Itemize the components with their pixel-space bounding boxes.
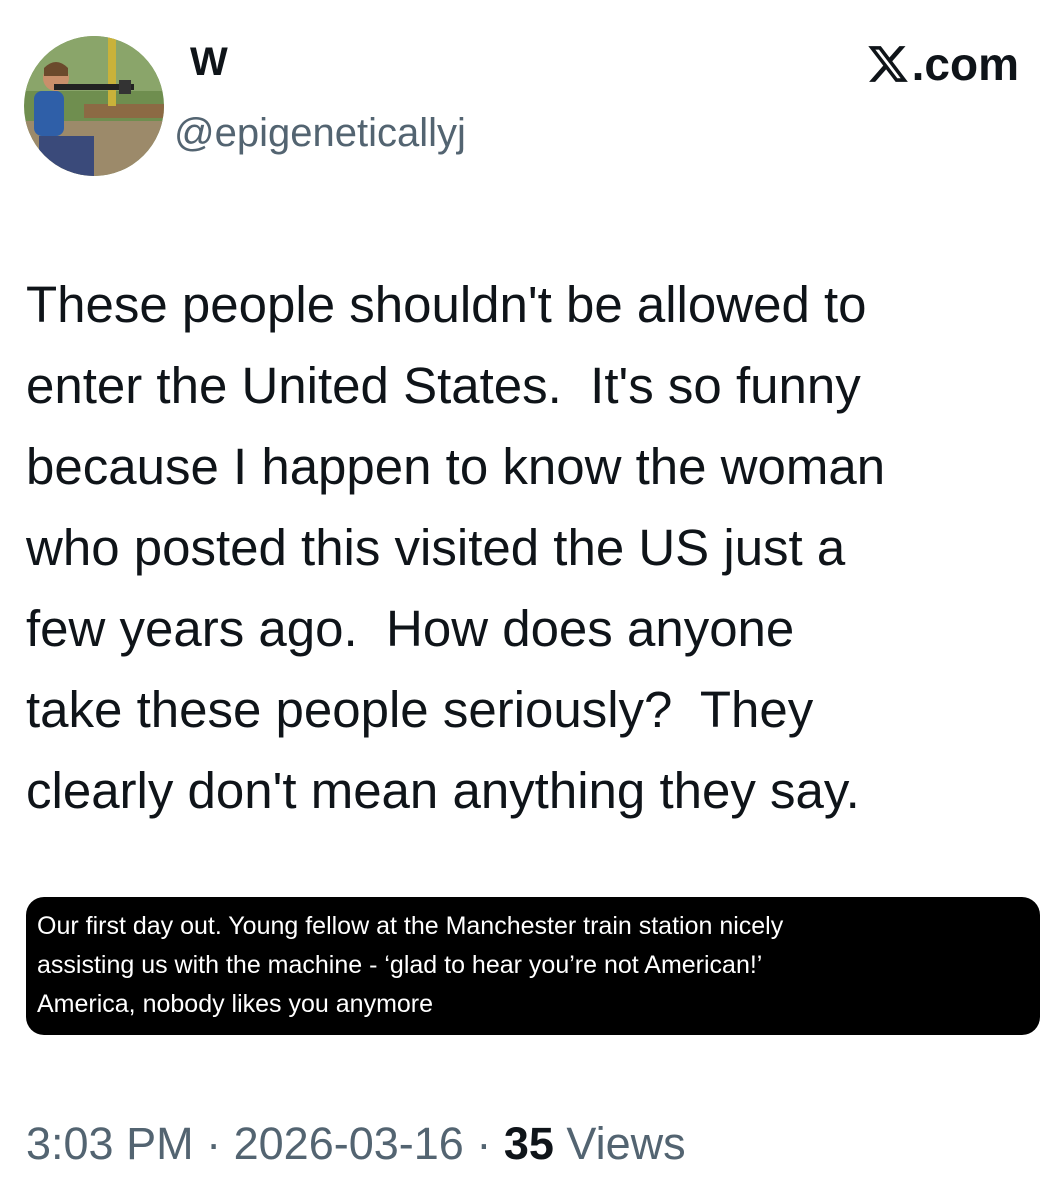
meta-separator: ·	[206, 1118, 222, 1169]
views-label: Views	[566, 1118, 686, 1169]
author-avatar[interactable]	[24, 36, 164, 176]
tweet-text: These people shouldn't be allowed to ent…	[26, 276, 886, 819]
author-display-name[interactable]: W	[190, 38, 228, 86]
views-count: 35	[503, 1118, 554, 1169]
tweet-date[interactable]: 2026-03-16	[234, 1118, 464, 1169]
avatar-photo	[24, 36, 164, 176]
source-brand-text: .com	[911, 38, 1019, 90]
quoted-caption-box: Our first day out. Young fellow at the M…	[26, 897, 1040, 1035]
source-brand: .com	[866, 36, 1019, 92]
meta-separator-2: ·	[476, 1118, 492, 1169]
author-handle[interactable]: @epigeneticallyj	[174, 108, 466, 158]
x-logo-icon	[866, 42, 910, 86]
quoted-caption-text: Our first day out. Young fellow at the M…	[37, 912, 784, 1018]
tweet-meta: 3:03 PM · 2026-03-16 · 35 Views	[26, 1113, 686, 1175]
tweet-time[interactable]: 3:03 PM	[26, 1118, 194, 1169]
